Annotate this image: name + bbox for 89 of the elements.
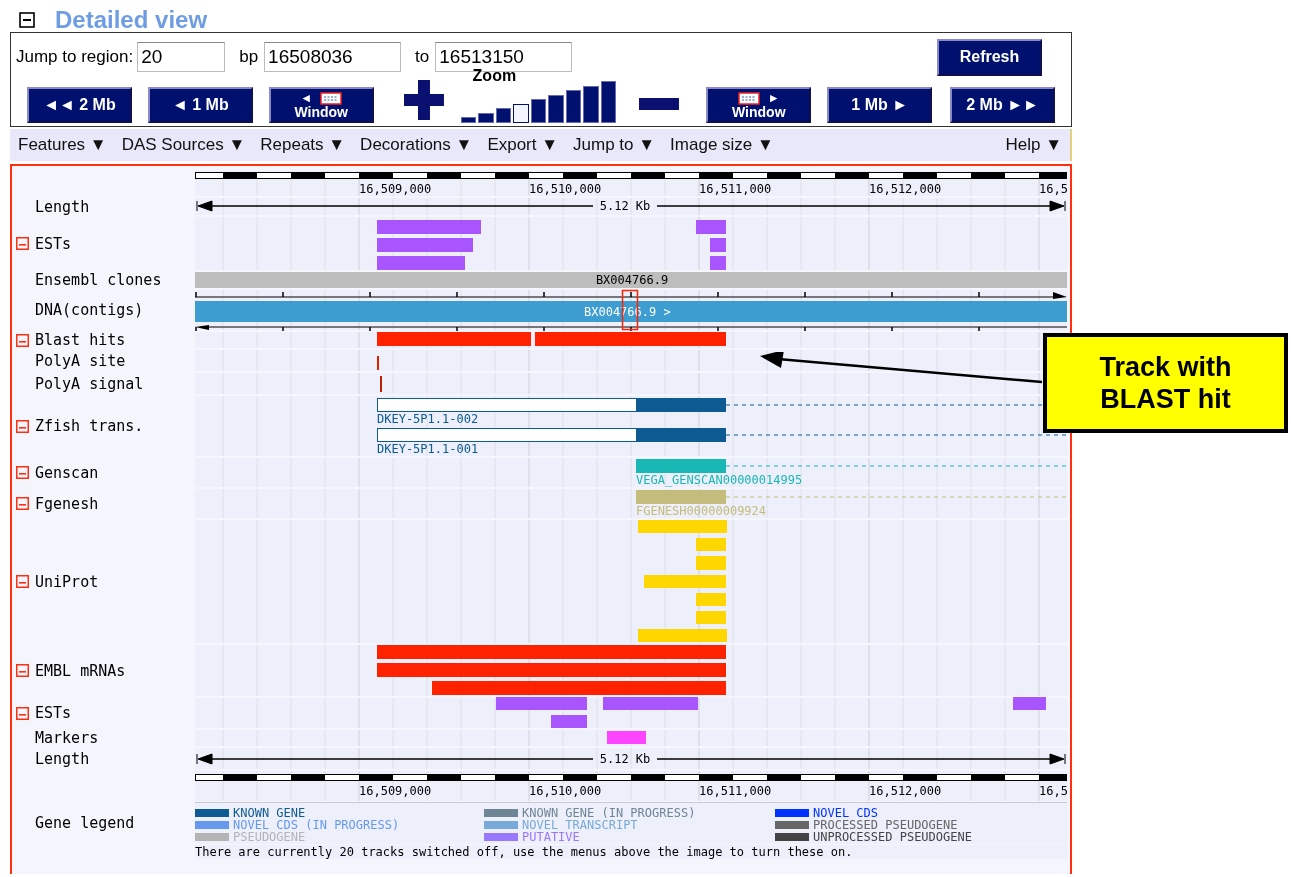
tick-label: 16,510,000 [529,784,602,798]
tracks-note: There are currently 20 tracks switched off, use the menus above the image to turn these on. [195,845,1067,859]
tick-label: 16,511,000 [699,784,772,798]
track-label: Fgenesh [35,494,99,513]
menu-item[interactable]: Image size ▼ [670,135,774,155]
feature-bar [710,238,726,252]
track-label: PolyA site [35,351,126,370]
legend-label: UNPROCESSED PSEUDOGENE [813,831,972,843]
legend-label: KNOWN GENE (IN PROGRESS) [522,807,696,819]
transcript-label: DKEY-5P1.1-002 [377,412,479,426]
legend-label: NOVEL CDS (IN PROGRESS) [233,819,400,831]
tick-label: 16,509,000 [359,784,432,798]
legend-label: NOVEL TRANSCRIPT [522,819,638,831]
window-icon [737,91,760,105]
track-label: Ensembl clones [35,271,162,289]
menu-item[interactable]: Jump to ▼ [573,135,656,155]
track-label: Blast hits [35,331,126,349]
track-label: Markers [35,729,99,747]
step-button[interactable]: ◄ 1 Mb [147,87,253,123]
tick-label: 16,509,000 [359,182,432,196]
zoom-level[interactable] [513,103,529,123]
clone-label: BX004766.9 [595,273,669,287]
transcript-label: DKEY-5P1.1-001 [377,442,479,456]
feature-bar [696,538,726,551]
feature-bar [696,593,726,606]
feature-bar [696,611,726,624]
feature-bar [551,715,587,728]
feature-bar [607,731,646,744]
window-button[interactable]: ◄ Window [268,87,374,123]
legend-label: KNOWN GENE [233,807,306,819]
tick-label: 16,512,000 [869,784,942,798]
tick-label: 16,512,000 [869,182,942,196]
feature-bar [696,220,726,234]
menu-item[interactable]: Export ▼ [487,135,559,155]
track-label: Length [35,749,90,768]
zoom-level[interactable] [600,81,617,123]
track-label: Genscan [35,463,99,482]
zoom-level[interactable] [478,112,494,123]
region-field[interactable]: 20 [137,42,226,72]
step-button[interactable]: ◄◄ 2 Mb [27,87,132,123]
zoom-level[interactable] [530,99,547,123]
length-reading: 5.12 Kb [599,199,651,213]
zoom-level[interactable] [460,117,477,123]
transcript-label: VEGA_GENSCAN00000014995 [636,473,803,487]
legend-label: PROCESSED PSEUDOGENE [813,819,958,831]
section-title: Detailed view [55,6,208,34]
callout-box: Track with BLAST hit [1043,333,1288,433]
step-button[interactable]: 2 Mb ►► [950,87,1055,123]
menu-item[interactable]: DAS Sources ▼ [121,135,246,155]
menu-item[interactable]: Help ▼ [1005,135,1062,155]
zoom-level[interactable] [583,85,599,123]
track-label: EMBL mRNAs [35,661,126,680]
track-label: DNA(contigs) [35,301,144,319]
legend-label: NOVEL CDS [813,807,879,819]
field-label: bp [239,47,259,67]
collapse-icon[interactable] [19,12,35,28]
step-button[interactable]: 1 Mb ► [827,87,933,123]
field-label: to [415,47,430,67]
zoom-level[interactable] [548,94,564,123]
window-button[interactable]: ► Window [706,87,812,123]
field-label: Jump to region: [16,47,134,67]
tick-label: 16,511,000 [699,182,772,196]
track-label: PolyA signal [35,374,144,393]
menu-item[interactable]: Repeats ▼ [260,135,346,155]
transcript-label: FGENESH00000009924 [636,504,767,518]
start-field[interactable]: 16508036 [264,42,402,72]
legend-label: PSEUDOGENE [233,831,306,843]
zoom-in-icon[interactable] [403,80,444,120]
feature-bar [710,256,726,270]
legend-label: PUTATIVE [522,831,580,843]
tick-label: 16,5 [1039,182,1067,196]
track-label: ESTs [35,234,72,253]
track-label: Gene legend [35,814,135,832]
menu-item[interactable]: Decorations ▼ [360,135,473,155]
refresh-button[interactable]: Refresh [937,38,1042,76]
track-label: Length [35,197,90,216]
track-label: ESTs [35,704,72,722]
window-icon [320,91,343,105]
zoom-out-icon[interactable] [639,98,680,110]
tick-label: 16,5 [1039,784,1067,798]
menu-item[interactable]: Features ▼ [18,135,107,155]
zoom-level[interactable] [495,108,512,123]
zoom-level[interactable] [565,90,582,123]
length-reading: 5.12 Kb [599,752,651,766]
feature-bar [696,556,726,570]
feature-bar [1013,697,1046,710]
track-label: UniProt [35,572,99,591]
track-label: Zfish trans. [35,417,144,435]
tick-label: 16,510,000 [529,182,602,196]
